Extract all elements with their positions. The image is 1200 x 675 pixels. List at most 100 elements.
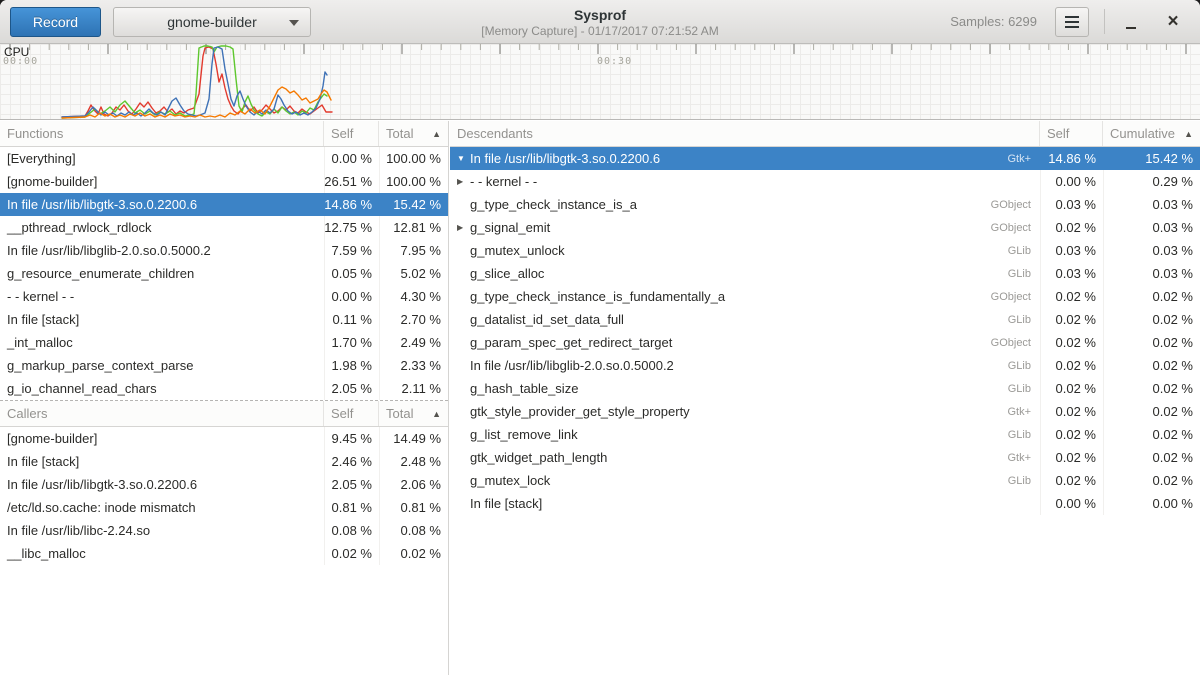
table-row[interactable]: g_param_spec_get_redirect_targetGObject0… [450,331,1200,354]
header-bar: Record gnome-builder Sysprof [Memory Cap… [0,0,1200,44]
table-row[interactable]: In file /usr/lib/libgtk-3.so.0.2200.62.0… [0,473,448,496]
function-name: - - kernel - - [470,174,537,189]
function-name: In file /usr/lib/libgtk-3.so.0.2200.6 [0,193,324,216]
function-name: g_io_channel_read_chars [0,377,324,400]
function-name: In file [stack] [0,308,324,331]
expander-closed-icon[interactable]: ▶ [457,177,470,186]
functions-table-header: FunctionsSelf Total ▲ [0,121,448,147]
total-percent: 2.11 % [379,377,448,400]
table-row[interactable]: - - kernel - -0.00 %4.30 % [0,285,448,308]
self-percent: 0.05 % [324,262,379,285]
hamburger-menu-button[interactable] [1055,7,1089,37]
expander-closed-icon[interactable]: ▶ [457,223,470,232]
function-name: _int_malloc [0,331,324,354]
self-percent: 0.08 % [324,519,379,542]
table-row[interactable]: In file /usr/lib/libglib-2.0.so.0.5000.2… [450,354,1200,377]
column-header-self[interactable]: Self [324,121,379,146]
table-row[interactable]: g_resource_enumerate_children0.05 %5.02 … [0,262,448,285]
callers-table: CallersSelf Total ▲ [gnome-builder]9.45 %14… [0,401,448,565]
table-row[interactable]: g_list_remove_linkGLib0.02 %0.02 % [450,423,1200,446]
table-row[interactable]: g_type_check_instance_is_fundamentally_a… [450,285,1200,308]
table-row[interactable]: g_mutex_unlockGLib0.03 %0.03 % [450,239,1200,262]
chevron-down-icon [289,20,299,26]
function-name: g_type_check_instance_is_a [470,197,637,212]
column-header-self[interactable]: Self [324,401,379,426]
time-label-start: 00:00 [3,56,38,67]
table-row[interactable]: In file /usr/lib/libc-2.24.so0.08 %0.08 … [0,519,448,542]
column-header-total[interactable]: Total ▲ [379,121,448,146]
cumulative-percent: 0.03 % [1103,262,1200,285]
table-row[interactable]: In file [stack]0.00 %0.00 % [450,492,1200,515]
total-percent: 0.08 % [379,519,448,542]
minimize-button[interactable] [1118,9,1144,35]
column-header-total[interactable]: Total ▲ [379,401,448,426]
total-percent: 100.00 % [379,147,448,170]
table-row[interactable]: g_slice_allocGLib0.03 %0.03 % [450,262,1200,285]
table-row[interactable]: In file /usr/lib/libgtk-3.so.0.2200.614.… [0,193,448,216]
table-row[interactable]: __libc_malloc0.02 %0.02 % [0,542,448,565]
table-row[interactable]: g_mutex_lockGLib0.02 %0.02 % [450,469,1200,492]
library-tag: GLib [1008,314,1040,326]
total-percent: 0.02 % [379,542,448,565]
table-row[interactable]: [Everything]0.00 %100.00 % [0,147,448,170]
column-header-cumulative-label: Cumulative [1110,126,1175,141]
table-row[interactable]: g_hash_table_sizeGLib0.02 %0.02 % [450,377,1200,400]
self-percent: 1.98 % [324,354,379,377]
self-percent: 0.02 % [1040,285,1103,308]
table-row[interactable]: [gnome-builder]9.45 %14.49 % [0,427,448,450]
function-name: [gnome-builder] [0,170,324,193]
self-percent: 9.45 % [324,427,379,450]
self-percent: 0.02 % [1040,331,1103,354]
cpu-graph[interactable]: CPU 00:00 00:30 [0,44,1200,120]
table-row[interactable]: g_datalist_id_set_data_fullGLib0.02 %0.0… [450,308,1200,331]
table-row[interactable]: g_markup_parse_context_parse1.98 %2.33 % [0,354,448,377]
functions-table: FunctionsSelf Total ▲ [Everything]0.00 %100… [0,121,448,400]
process-selector-value: gnome-builder [167,14,257,30]
self-percent: 0.81 % [324,496,379,519]
table-row[interactable]: g_io_channel_read_chars2.05 %2.11 % [0,377,448,400]
table-row[interactable]: In file [stack]0.11 %2.70 % [0,308,448,331]
table-row[interactable]: /etc/ld.so.cache: inode mismatch0.81 %0.… [0,496,448,519]
table-row[interactable]: ▶g_signal_emitGObject0.02 %0.03 % [450,216,1200,239]
table-row[interactable]: [gnome-builder]26.51 %100.00 % [0,170,448,193]
column-header-name[interactable]: Functions [0,121,324,146]
table-row[interactable]: In file /usr/lib/libglib-2.0.so.0.5000.2… [0,239,448,262]
table-row[interactable]: ▶- - kernel - -0.00 %0.29 % [450,170,1200,193]
expander-open-icon[interactable]: ▼ [457,154,470,163]
process-selector-dropdown[interactable]: gnome-builder [113,7,311,37]
cumulative-percent: 0.02 % [1103,285,1200,308]
sort-ascending-icon: ▲ [428,129,441,139]
function-name: __libc_malloc [0,542,324,565]
column-header-total-label: Total [386,406,413,421]
total-percent: 12.81 % [379,216,448,239]
cumulative-percent: 0.02 % [1103,400,1200,423]
table-row[interactable]: ▼In file /usr/lib/libgtk-3.so.0.2200.6Gt… [450,147,1200,170]
table-row[interactable]: g_type_check_instance_is_aGObject0.03 %0… [450,193,1200,216]
table-row[interactable]: __pthread_rwlock_rdlock12.75 %12.81 % [0,216,448,239]
close-button[interactable]: × [1160,9,1186,35]
total-percent: 7.95 % [379,239,448,262]
function-name: g_hash_table_size [470,381,578,396]
library-tag: GObject [991,291,1040,303]
self-percent: 0.02 % [1040,469,1103,492]
cumulative-percent: 0.00 % [1103,492,1200,515]
column-header-total-label: Total [386,126,413,141]
self-percent: 1.70 % [324,331,379,354]
self-percent: 2.46 % [324,450,379,473]
column-header-name[interactable]: Callers [0,401,324,426]
table-row[interactable]: gtk_style_provider_get_style_propertyGtk… [450,400,1200,423]
function-name: gtk_widget_path_length [470,450,607,465]
total-percent: 0.81 % [379,496,448,519]
self-percent: 0.02 % [1040,354,1103,377]
table-row[interactable]: _int_malloc1.70 %2.49 % [0,331,448,354]
self-percent: 12.75 % [324,216,379,239]
table-row[interactable]: gtk_widget_path_lengthGtk+0.02 %0.02 % [450,446,1200,469]
record-button[interactable]: Record [10,7,101,37]
content-panes: FunctionsSelfTotal▲[Everything]0.00 %100… [0,121,1200,675]
table-row[interactable]: In file [stack]2.46 %2.48 % [0,450,448,473]
total-percent: 2.70 % [379,308,448,331]
sort-ascending-icon: ▲ [428,409,441,419]
column-header-self[interactable]: Self [1040,121,1103,146]
column-header-cumulative[interactable]: Cumulative▲ [1103,121,1200,146]
column-header-name[interactable]: Descendants [450,121,1040,146]
